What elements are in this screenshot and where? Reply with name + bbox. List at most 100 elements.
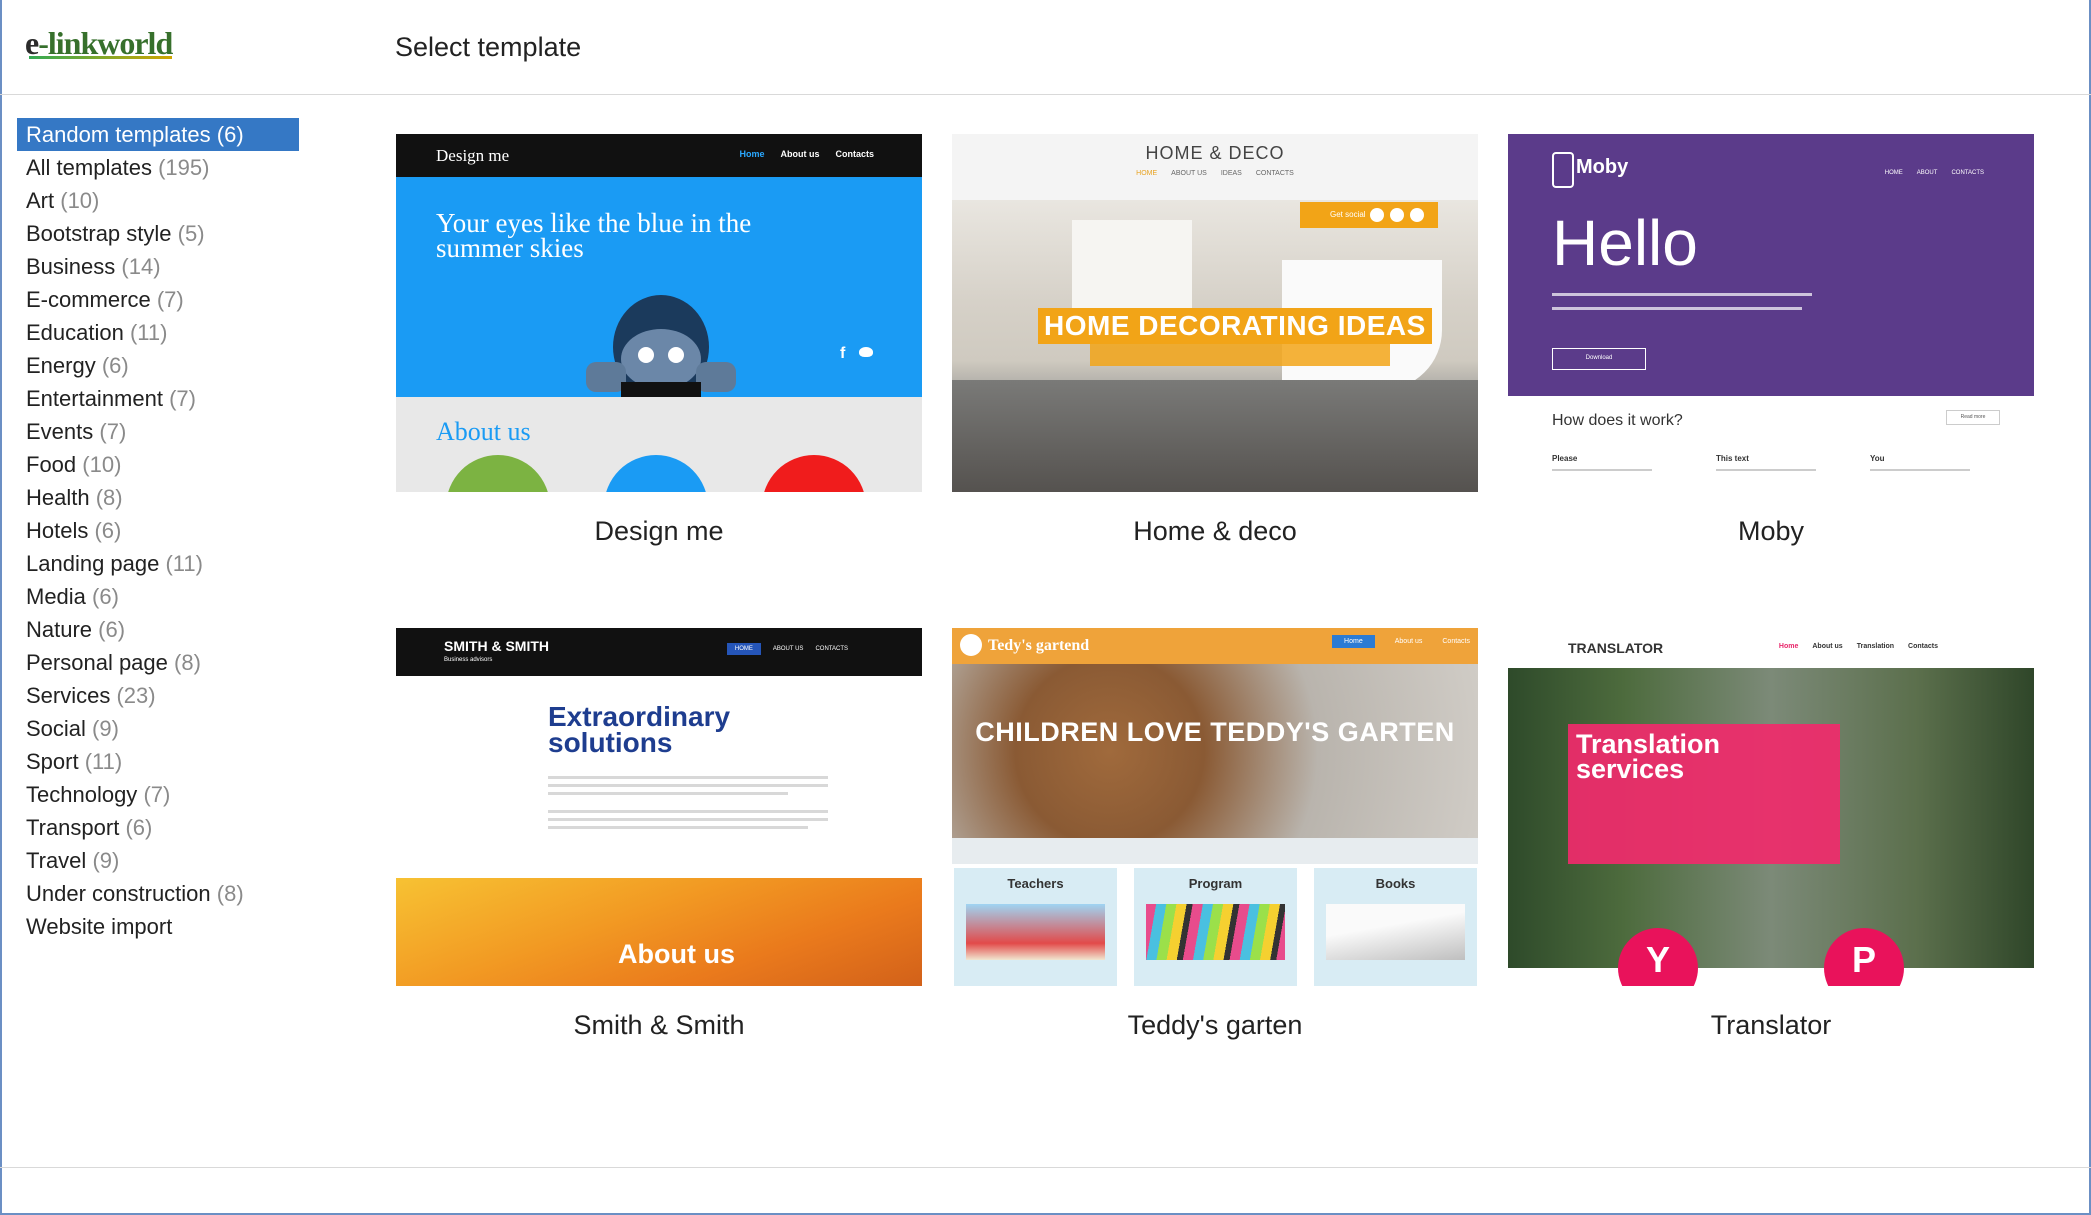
category-label: Bootstrap style — [26, 221, 172, 246]
category-technology[interactable]: Technology (7) — [17, 778, 299, 811]
template-thumbnail[interactable]: Moby HOME ABOUT CONTACTS Hello Download Ho… — [1508, 134, 2034, 492]
template-title[interactable]: Design me — [396, 516, 922, 547]
preview-tagline: Business advisors — [444, 657, 493, 663]
preview-text-line — [548, 776, 828, 779]
category-label: Social — [26, 716, 86, 741]
category-hotels[interactable]: Hotels (6) — [17, 514, 299, 547]
category-media[interactable]: Media (6) — [17, 580, 299, 613]
preview-navbar: SMITH & SMITH Business advisors HOME ABOUT… — [396, 628, 922, 676]
footer-divider — [0, 1167, 2091, 1168]
read-more-label: Read more — [1960, 414, 1986, 420]
category-count: (6) — [98, 617, 126, 642]
category-all-templates[interactable]: All templates (195) — [17, 151, 299, 184]
category-personal-page[interactable]: Personal page (8) — [17, 646, 299, 679]
phone-icon — [1552, 152, 1574, 188]
preview-text-line — [548, 826, 808, 829]
preview-nav-item: HOME — [726, 643, 761, 655]
template-thumbnail[interactable]: Tedy's gartend Home About us Contacts CHIL… — [952, 628, 1478, 986]
category-landing-page[interactable]: Landing page (11) — [17, 547, 299, 580]
template-card-moby[interactable]: Moby HOME ABOUT CONTACTS Hello Download Ho… — [1508, 134, 2034, 546]
child-photo — [966, 904, 1105, 960]
category-services[interactable]: Services (23) — [17, 679, 299, 712]
category-events[interactable]: Events (7) — [17, 415, 299, 448]
blue-circle — [604, 455, 708, 492]
category-transport[interactable]: Transport (6) — [17, 811, 299, 844]
chalk-photo — [1146, 904, 1285, 960]
template-title[interactable]: Smith & Smith — [396, 1010, 922, 1041]
template-title[interactable]: Home & deco — [952, 516, 1478, 547]
preview-column: This text — [1716, 454, 1816, 471]
column-title: You — [1870, 454, 1885, 463]
preview-navbar: TRANSLATOR Home About us Translation Contac… — [1508, 628, 2034, 668]
social-label: Get social — [1330, 210, 1366, 219]
circle-letter: Y — [1645, 939, 1670, 980]
category-count: (10) — [82, 452, 122, 477]
category-business[interactable]: Business (14) — [17, 250, 299, 283]
category-social[interactable]: Social (9) — [17, 712, 299, 745]
teddy-bear-photo: CHILDREN LOVE TEDDY'S GARTEN — [952, 664, 1478, 838]
category-count: (9) — [92, 848, 120, 873]
category-count: (8) — [216, 881, 244, 906]
category-label: Entertainment — [26, 386, 163, 411]
template-card-teddys-garten[interactable]: Tedy's gartend Home About us Contacts CHIL… — [952, 628, 1478, 1040]
template-card-translator[interactable]: TRANSLATOR Home About us Translation Contac… — [1508, 628, 2034, 1040]
template-thumbnail[interactable]: SMITH & SMITH Business advisors HOME ABOUT… — [396, 628, 922, 986]
category-count: (6) — [125, 815, 153, 840]
preview-nav-item: Contacts — [1442, 638, 1470, 645]
circle-letter: P — [1851, 939, 1876, 980]
template-title[interactable]: Teddy's garten — [952, 1010, 1478, 1041]
category-entertainment[interactable]: Entertainment (7) — [17, 382, 299, 415]
preview-text-line — [548, 818, 828, 821]
category-label: Food — [26, 452, 77, 477]
category-count: (11) — [84, 749, 123, 774]
category-nature[interactable]: Nature (6) — [17, 613, 299, 646]
category-count: (7) — [99, 419, 127, 444]
category-label: Personal page — [26, 650, 168, 675]
template-card-design-me[interactable]: Design me Home About us Contacts Your eyes… — [396, 134, 922, 546]
template-thumbnail[interactable]: TRANSLATOR Home About us Translation Contac… — [1508, 628, 2034, 986]
category-random-templates[interactable]: Random templates (6) — [17, 118, 299, 151]
template-title[interactable]: Moby — [1508, 516, 2034, 547]
category-count: (7) — [156, 287, 184, 312]
preview-brand: Design me — [436, 146, 510, 165]
category-label: Travel — [26, 848, 87, 873]
category-count: (11) — [165, 551, 203, 576]
preview-section-title: About us — [618, 939, 735, 969]
category-food[interactable]: Food (10) — [17, 448, 299, 481]
preview-hero-text: Translation services — [1576, 729, 1721, 784]
category-travel[interactable]: Travel (9) — [17, 844, 299, 877]
preview-nav-item: Home — [739, 149, 765, 159]
page-title: Select template — [395, 32, 582, 62]
facebook-icon: f — [840, 345, 846, 362]
elinkworld-logo[interactable]: e-linkworld — [25, 25, 173, 62]
preview-brand: TRANSLATOR — [1568, 640, 1664, 656]
preview-brand: HOME & DECO — [1145, 143, 1285, 163]
category-health[interactable]: Health (8) — [17, 481, 299, 514]
category-website-import[interactable]: Website import — [17, 910, 299, 943]
preview-navbar: HOME & DECO HOME ABOUT US IDEAS CONTACTS — [952, 134, 1478, 200]
template-card-home-deco[interactable]: HOME & DECO HOME ABOUT US IDEAS CONTACTS Ge… — [952, 134, 1478, 546]
category-count: (14) — [121, 254, 161, 279]
template-thumbnail[interactable]: Design me Home About us Contacts Your eyes… — [396, 134, 922, 492]
category-count: (8) — [174, 650, 201, 675]
column-title: Please — [1552, 454, 1578, 463]
category-count: (6) — [101, 353, 129, 378]
category-art[interactable]: Art (10) — [17, 184, 299, 217]
preview-hero: Your eyes like the blue in the summer sk… — [396, 177, 922, 397]
template-title[interactable]: Translator — [1508, 1010, 2034, 1041]
bear-logo-icon — [960, 634, 982, 656]
category-e-commerce[interactable]: E-commerce (7) — [17, 283, 299, 316]
category-bootstrap-style[interactable]: Bootstrap style (5) — [17, 217, 299, 250]
category-under-construction[interactable]: Under construction (8) — [17, 877, 299, 910]
category-label: Sport — [26, 749, 79, 774]
preview-subtext-band — [1090, 344, 1390, 366]
template-card-smith-smith[interactable]: SMITH & SMITH Business advisors HOME ABOUT… — [396, 628, 922, 1040]
category-energy[interactable]: Energy (6) — [17, 349, 299, 382]
category-sport[interactable]: Sport (11) — [17, 745, 299, 778]
category-label: Media — [26, 584, 86, 609]
category-label: Services — [26, 683, 111, 708]
preview-hero: Moby HOME ABOUT CONTACTS Hello Download — [1508, 134, 2034, 396]
preview-nav-item: HOME — [1136, 170, 1158, 177]
template-thumbnail[interactable]: HOME & DECO HOME ABOUT US IDEAS CONTACTS Ge… — [952, 134, 1478, 492]
category-education[interactable]: Education (11) — [17, 316, 299, 349]
